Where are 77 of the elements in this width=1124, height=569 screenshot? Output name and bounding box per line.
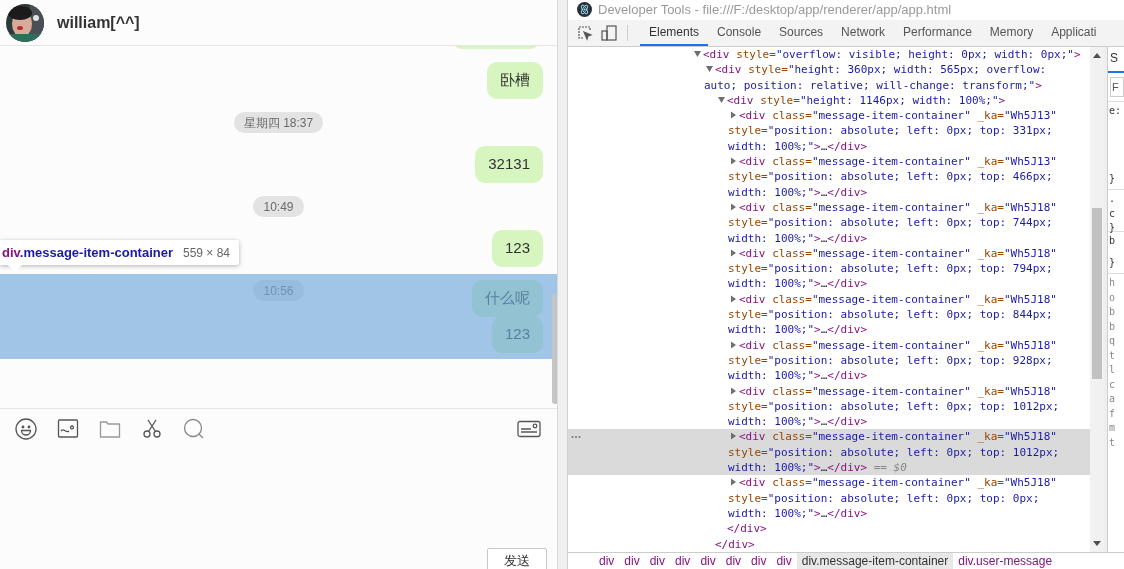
inspect-icon[interactable] [577,25,593,41]
card-icon[interactable] [517,419,541,438]
breadcrumb[interactable]: div [670,553,696,569]
dom-node[interactable]: <div style="overflow: visible; height: 0px; width: 0px;"> [692,47,1084,63]
more-icon[interactable] [571,435,581,440]
scroll-up-icon[interactable] [1093,53,1101,58]
smiley-icon[interactable] [15,417,37,440]
style-rule-text: e: [1109,104,1123,118]
devtools-tab[interactable]: Sources [770,20,833,46]
search-icon[interactable] [183,417,205,440]
window-title: Developer Tools - file:///F:/desktop/app/renderer/app/app.html [598,0,952,19]
scroll-down-icon[interactable] [1093,541,1101,546]
style-rule-text: h [1109,276,1117,290]
devtools-tab[interactable]: Elements [640,20,709,46]
dom-node[interactable]: <div style="height: 1146px; width: 100%;"> [716,92,1084,109]
scrollbar[interactable] [552,294,557,404]
style-rule-text: t [1109,348,1117,363]
style-rule-text: c [1109,206,1117,221]
style-rule-text: . [1109,192,1117,206]
breadcrumb[interactable]: div [695,553,721,569]
scrollbar[interactable] [1092,208,1102,379]
devtools-tab[interactable]: Performance [894,20,981,46]
dom-node[interactable]: <div class="message-item-container" _ka="Wh5J13" style="position: absolute; left: 0px; top: 466px; width: 100%;">…</div> [728,154,1084,200]
devtools-tab[interactable]: Memory [980,20,1043,46]
dom-node[interactable]: <div class="message-item-container" _ka="Wh5J18" style="position: absolute; left: 0px; top: 844px; width: 100%;">…</div> [728,291,1084,338]
style-rule-text: b [1109,305,1117,319]
style-rule-text: m [1109,421,1117,435]
dom-node[interactable]: <div class="message-item-container" _ka="Wh5J18" style="position: absolute; left: 0px; top: 744px; width: 100%;">…</div> [728,199,1084,246]
expanded-triangle-icon[interactable] [716,94,727,105]
contact-name: william[^^] [57,12,140,33]
dom-node[interactable]: <div class="message-item-container" _ka="Wh5J18" style="position: absolute; left: 0px; top: 1012px; width: 100%;">…</div> [728,383,1084,430]
style-rule-text: o [1109,290,1117,305]
closing-tag: </div> [727,522,767,536]
device-icon[interactable] [601,25,617,41]
style-rule-text: l [1109,363,1117,377]
dom-node[interactable]: <div class="message-item-container" _ka="Wh5J13" style="position: absolute; left: 0px; top: 331px; width: 100%;">…</div> [728,108,1084,155]
message-bubble: 什么呢 [472,280,543,317]
message-bubble: 32131 [475,146,543,183]
expanded-triangle-icon[interactable] [692,49,703,59]
expanded-triangle-icon[interactable] [704,64,715,75]
style-rule-text: a [1109,392,1117,406]
style-rule-text: c [1109,377,1117,392]
style-rule-text: t [1109,435,1117,450]
style-rule-text: b [1109,234,1117,248]
style-rule-text: f [1109,406,1117,421]
dom-node[interactable]: <div style="height: 360px; width: 565px; overflow: auto; position: relative; will-change: transform;"> [704,62,1084,93]
rule-brace: } [1109,255,1117,270]
dom-node[interactable]: <div class="message-item-container" _ka="Wh5J18" style="position: absolute; left: 0px; top: 794px; width: 100%;">…</div> [728,245,1084,292]
dom-node[interactable]: <div class="message-item-container" _ka="Wh5J18" style="position: absolute; left: 0px; top: 0px; width: 100%;">…</div> [728,475,1084,522]
image-icon[interactable] [57,417,79,440]
breadcrumb[interactable]: div [746,553,772,569]
message-bubble: 123 [491,316,543,353]
style-rule-text: b [1109,319,1117,334]
style-rule-text: q [1109,334,1117,348]
message-bubble: 123 [491,230,543,267]
devtools-tab[interactable]: Applicati [1042,20,1106,46]
element-size: 559 × 84 [183,244,231,262]
rule-brace: } [1109,221,1117,235]
devtools-tab[interactable]: Network [832,20,895,46]
app-logo-icon [577,2,592,17]
send-button[interactable]: 发送 [487,548,547,569]
rule-brace: } [1109,171,1117,186]
breadcrumb[interactable]: div [644,553,671,569]
styles-tab[interactable]: S [1110,49,1118,71]
breadcrumb[interactable]: div [720,553,747,569]
filter-field[interactable]: F [1110,77,1124,97]
dom-node[interactable]: <div class="message-item-container" _ka="Wh5J18" style="position: absolute; left: 0px; top: 928px; width: 100%;">…</div> [728,337,1084,384]
breadcrumb[interactable]: div [771,553,797,569]
message-bubble: 卧槽 [487,62,543,99]
breadcrumb[interactable]: div [594,553,620,569]
breadcrumb[interactable]: div [619,553,645,569]
closing-tag: </div> [715,537,755,551]
breadcrumb[interactable]: div.user-message [953,553,1058,569]
scissors-icon[interactable] [141,417,163,440]
devtools-tab[interactable]: Console [708,20,771,46]
element-selector: div.message-item-container [2,243,173,262]
breadcrumb[interactable]: div.message-item-container [796,553,954,569]
